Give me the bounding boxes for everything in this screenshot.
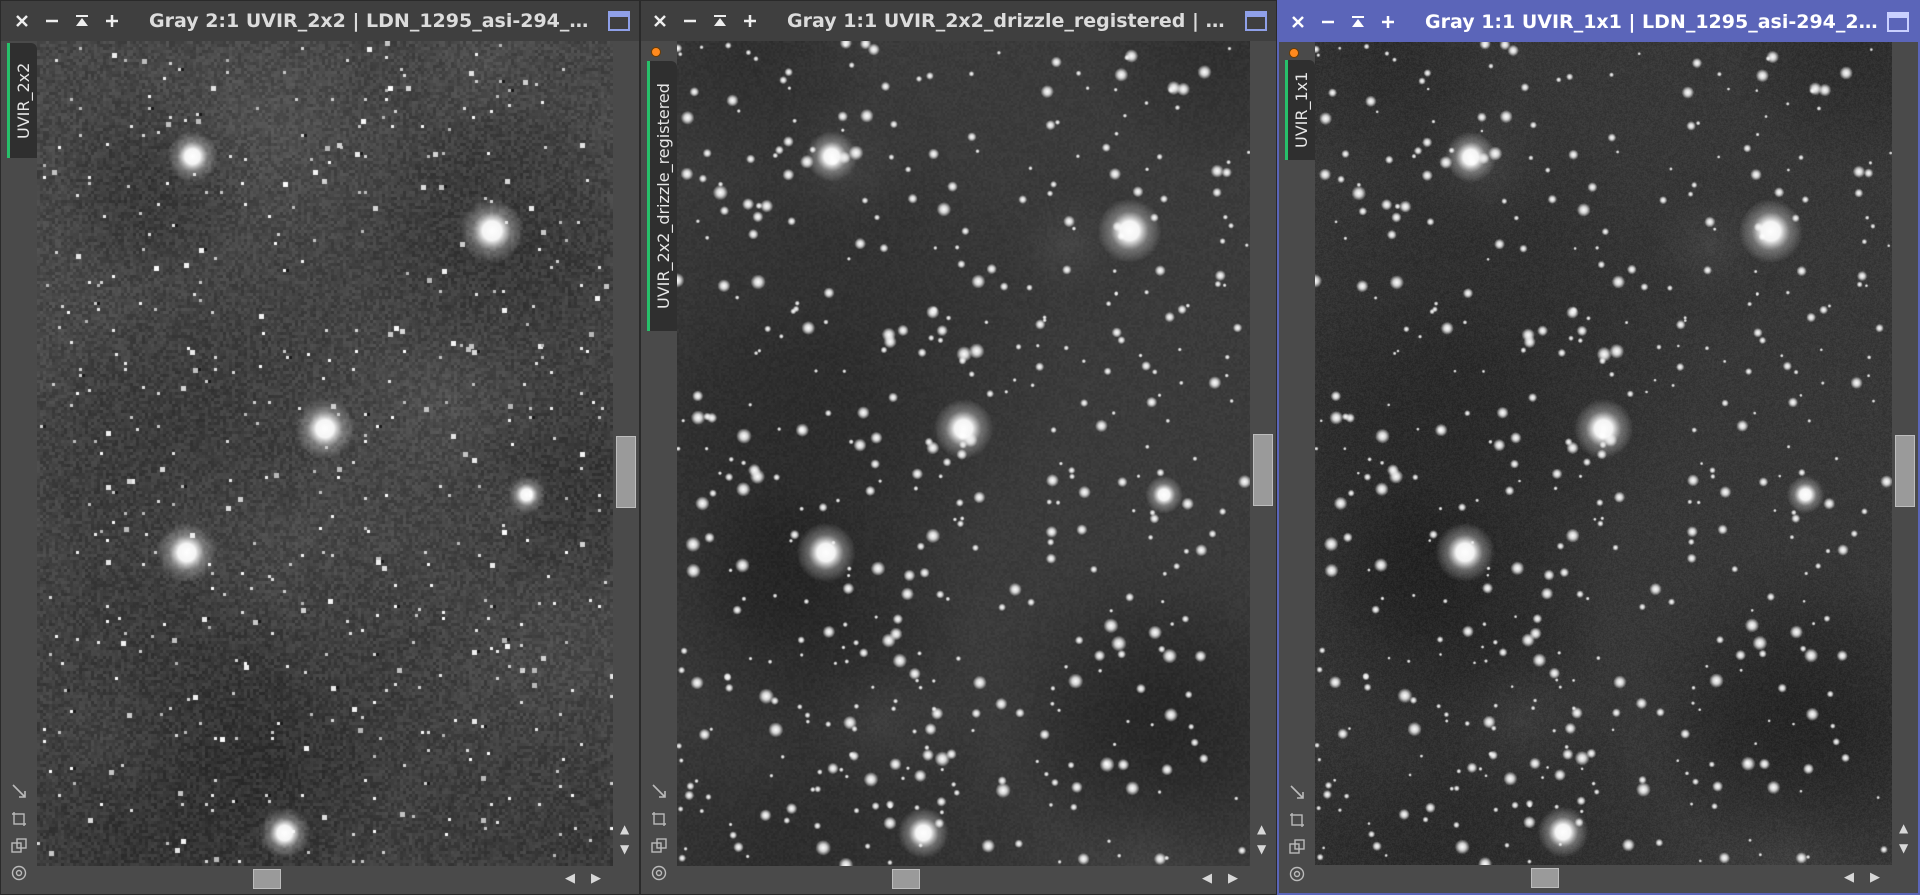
image-window-2[interactable]: Gray 1:1 UVIR_2x2_drizzle_registered | <…	[640, 0, 1277, 895]
modified-indicator	[651, 47, 661, 57]
scroll-down-icon[interactable]: ▼	[1899, 841, 1908, 855]
window-title: Gray 2:1 UVIR_2x2 | LDN_1295_asi-294_2..…	[149, 10, 599, 32]
plus-icon[interactable]	[1373, 2, 1403, 42]
image-canvas[interactable]	[1315, 42, 1892, 865]
image-viewport[interactable]	[37, 41, 613, 866]
minimize-icon[interactable]	[1313, 2, 1343, 42]
crop-icon[interactable]	[649, 809, 669, 829]
shade-icon[interactable]	[705, 1, 735, 41]
window-title: Gray 1:1 UVIR_2x2_drizzle_registered | <…	[787, 10, 1236, 32]
fit-icon[interactable]	[1287, 782, 1307, 802]
left-toolbar	[1, 41, 37, 894]
vertical-scrollbar[interactable]: ▲ ▼	[1250, 41, 1276, 866]
vertical-scroll-thumb[interactable]	[1253, 434, 1273, 506]
scroll-down-icon[interactable]: ▼	[1257, 842, 1266, 856]
scroll-right-icon[interactable]: ▶	[591, 871, 601, 886]
image-canvas[interactable]	[677, 41, 1250, 866]
target-icon[interactable]	[649, 863, 669, 883]
target-icon[interactable]	[9, 863, 29, 883]
minimize-icon[interactable]	[675, 1, 705, 41]
image-viewport[interactable]	[1315, 42, 1892, 865]
horizontal-scrollbar[interactable]: ◀ ▶	[37, 866, 613, 894]
horizontal-scrollbar[interactable]: ◀ ▶	[1315, 865, 1892, 893]
minimize-icon[interactable]	[37, 1, 67, 41]
target-icon[interactable]	[1287, 864, 1307, 884]
scroll-up-icon[interactable]: ▲	[620, 822, 629, 836]
image-window-3[interactable]: Gray 1:1 UVIR_1x1 | LDN_1295_asi-294_2..…	[1277, 0, 1920, 895]
shade-icon[interactable]	[67, 1, 97, 41]
scroll-left-icon[interactable]: ◀	[1844, 870, 1854, 885]
vertical-scrollbar[interactable]: ▲ ▼	[1892, 42, 1918, 865]
vertical-scroll-thumb[interactable]	[616, 436, 636, 508]
window-titlebar[interactable]: Gray 1:1 UVIR_1x1 | LDN_1295_asi-294_2..…	[1279, 2, 1918, 42]
clone-icon[interactable]	[1287, 837, 1307, 857]
scroll-up-icon[interactable]: ▲	[1257, 822, 1266, 836]
vertical-scroll-thumb[interactable]	[1895, 435, 1915, 507]
shade-icon[interactable]	[1343, 2, 1373, 42]
close-icon[interactable]	[645, 1, 675, 41]
view-tab[interactable]: UVIR_1x1	[1285, 60, 1315, 160]
horizontal-scrollbar[interactable]: ◀ ▶	[677, 866, 1250, 894]
close-icon[interactable]	[1283, 2, 1313, 42]
scroll-right-icon[interactable]: ▶	[1870, 870, 1880, 885]
scroll-left-icon[interactable]: ◀	[565, 871, 575, 886]
modified-indicator	[1289, 48, 1299, 58]
scroll-down-icon[interactable]: ▼	[620, 842, 629, 856]
clone-icon[interactable]	[649, 836, 669, 856]
scroll-up-icon[interactable]: ▲	[1899, 821, 1908, 835]
view-tab-label: UVIR_2x2_drizzle_registered	[654, 83, 673, 309]
maximize-icon[interactable]	[599, 1, 639, 41]
view-tab[interactable]: UVIR_2x2_drizzle_registered	[647, 61, 677, 331]
window-titlebar[interactable]: Gray 1:1 UVIR_2x2_drizzle_registered | <…	[641, 1, 1276, 41]
view-tab-label: UVIR_2x2	[14, 62, 33, 139]
image-viewport[interactable]	[677, 41, 1250, 866]
scroll-left-icon[interactable]: ◀	[1202, 871, 1212, 886]
clone-icon[interactable]	[9, 836, 29, 856]
window-title: Gray 1:1 UVIR_1x1 | LDN_1295_asi-294_2..…	[1425, 11, 1878, 33]
left-toolbar	[1279, 42, 1315, 893]
plus-icon[interactable]	[97, 1, 127, 41]
window-titlebar[interactable]: Gray 2:1 UVIR_2x2 | LDN_1295_asi-294_2..…	[1, 1, 639, 41]
plus-icon[interactable]	[735, 1, 765, 41]
horizontal-scroll-thumb[interactable]	[253, 869, 281, 889]
horizontal-scroll-thumb[interactable]	[1531, 868, 1559, 888]
horizontal-scroll-thumb[interactable]	[892, 869, 920, 889]
maximize-icon[interactable]	[1878, 2, 1918, 42]
view-tab-label: UVIR_1x1	[1292, 71, 1311, 149]
fit-icon[interactable]	[9, 781, 29, 801]
vertical-scrollbar[interactable]: ▲ ▼	[613, 41, 639, 866]
crop-icon[interactable]	[1287, 810, 1307, 830]
close-icon[interactable]	[7, 1, 37, 41]
image-window-1[interactable]: Gray 2:1 UVIR_2x2 | LDN_1295_asi-294_2..…	[0, 0, 640, 895]
maximize-icon[interactable]	[1236, 1, 1276, 41]
view-tab[interactable]: UVIR_2x2	[7, 43, 37, 158]
scroll-right-icon[interactable]: ▶	[1228, 871, 1238, 886]
fit-icon[interactable]	[649, 781, 669, 801]
image-canvas[interactable]	[37, 41, 613, 866]
crop-icon[interactable]	[9, 809, 29, 829]
